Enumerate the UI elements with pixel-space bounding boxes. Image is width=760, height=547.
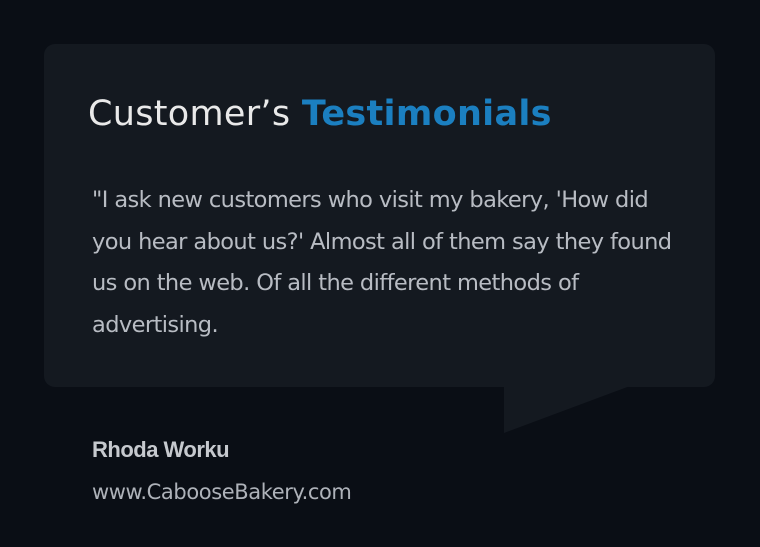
testimonial-author-website: www.CabooseBakery.com [92,480,352,504]
heading-plain-text: Customer’s [88,94,291,134]
testimonial-quote: "I ask new customers who visit my bakery… [92,187,672,338]
heading-accent-text: Testimonials [301,94,552,134]
testimonial-author-name: Rhoda Worku [92,437,230,462]
testimonials-heading: Customer’s Testimonials [88,90,552,138]
